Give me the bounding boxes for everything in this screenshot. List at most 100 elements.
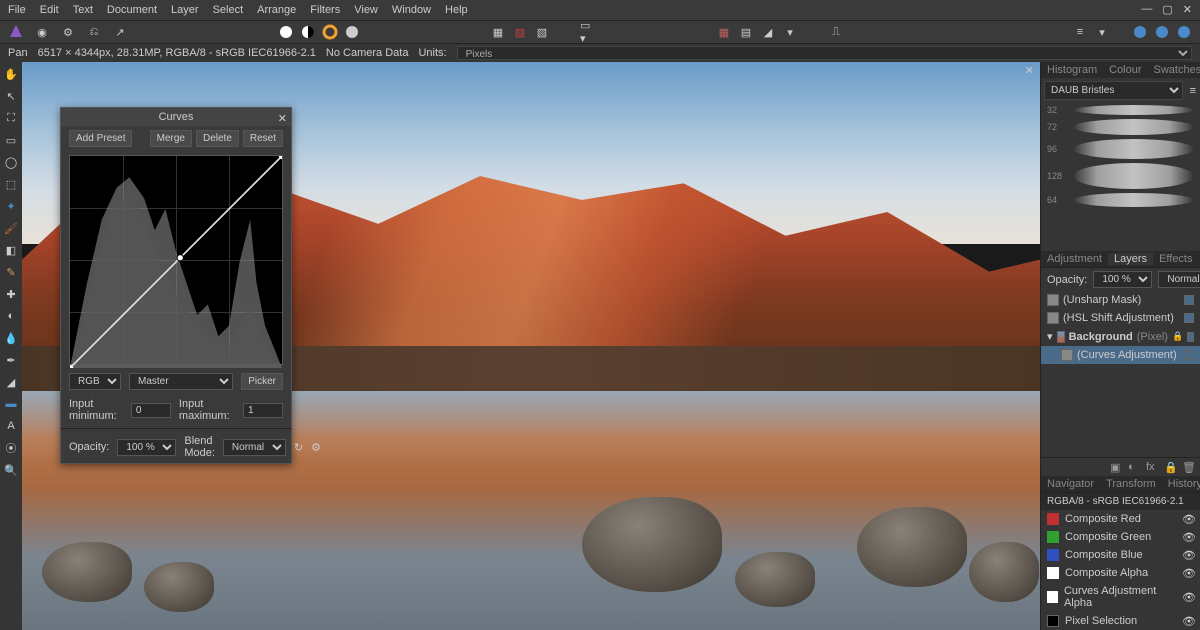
units-select[interactable]: Pixels <box>457 46 1192 60</box>
layer-item[interactable]: (Curves Adjustment) <box>1041 346 1200 364</box>
adjust-layer-icon[interactable]: ◐ <box>1128 461 1140 473</box>
menu-filters[interactable]: Filters <box>310 4 340 16</box>
align-icon[interactable]: ≡ <box>1072 24 1088 40</box>
layer-visible-checkbox[interactable] <box>1184 313 1194 323</box>
layer-blend-select[interactable]: Normal <box>1158 271 1200 288</box>
text-tool-icon[interactable]: A <box>3 418 19 434</box>
marquee-tool-icon[interactable]: ⬚ <box>3 176 19 192</box>
merge-button[interactable]: Merge <box>150 130 192 147</box>
tab-swatches[interactable]: Swatches <box>1148 64 1200 76</box>
pen-tool-icon[interactable]: ✒ <box>3 352 19 368</box>
reset-button[interactable]: Reset <box>243 130 283 147</box>
tab-effects[interactable]: Effects <box>1153 253 1198 265</box>
minimize-icon[interactable]: — <box>1141 3 1152 16</box>
eye-icon[interactable]: 👁 <box>1182 615 1194 627</box>
grid-b-icon[interactable]: ▤ <box>738 24 754 40</box>
gear-icon[interactable]: ⚙ <box>311 441 321 454</box>
menu-file[interactable]: File <box>8 4 26 16</box>
adjust-icon[interactable] <box>344 24 360 40</box>
smudge-tool-icon[interactable]: 💧 <box>3 330 19 346</box>
persona-photo-icon[interactable]: ◉ <box>34 24 50 40</box>
tab-layers[interactable]: Layers <box>1108 253 1153 265</box>
master-select[interactable]: Master <box>129 373 233 390</box>
clone-tool-icon[interactable]: ✎ <box>3 264 19 280</box>
channel-item[interactable]: Curves Adjustment Alpha👁 <box>1041 582 1200 612</box>
brush-category-select[interactable]: DAUB Bristles <box>1044 81 1183 100</box>
close-icon[interactable]: ✕ <box>1183 3 1192 16</box>
panel-menu-icon[interactable]: ≡ <box>1186 85 1200 97</box>
eye-icon[interactable]: 👁 <box>1182 513 1194 525</box>
add-preset-button[interactable]: Add Preset <box>69 130 132 147</box>
maximize-icon[interactable]: ▢ <box>1162 3 1172 16</box>
color-picker-tool-icon[interactable]: ⦿ <box>3 440 19 456</box>
grid-c-icon[interactable]: ◢ <box>760 24 776 40</box>
gradient-tool-icon[interactable]: ◢ <box>3 374 19 390</box>
selection-b-icon[interactable]: ▨ <box>512 24 528 40</box>
channel-select[interactable]: RGB <box>69 373 121 390</box>
mask-layer-icon[interactable]: ▣ <box>1110 461 1122 473</box>
collapse-icon[interactable]: ▾ <box>1047 330 1053 343</box>
channel-item[interactable]: Composite Blue👁 <box>1041 546 1200 564</box>
opacity-select[interactable]: 100 % <box>117 439 176 456</box>
selection-rect-tool-icon[interactable]: ▭ <box>3 132 19 148</box>
menu-select[interactable]: Select <box>213 4 244 16</box>
picker-button[interactable]: Picker <box>241 373 283 390</box>
tab-colour[interactable]: Colour <box>1103 64 1147 76</box>
crop-preset-icon[interactable]: ▭ ▾ <box>580 24 596 40</box>
channel-item[interactable]: Composite Red👁 <box>1041 510 1200 528</box>
view-1-icon[interactable] <box>1132 24 1148 40</box>
eye-icon[interactable]: 👁 <box>1182 531 1194 543</box>
view-3-icon[interactable] <box>1176 24 1192 40</box>
dialog-title-bar[interactable]: Curves ✕ <box>61 108 291 126</box>
brush-tool-icon[interactable]: 🖌 <box>3 220 19 236</box>
menu-layer[interactable]: Layer <box>171 4 199 16</box>
erase-tool-icon[interactable]: ◧ <box>3 242 19 258</box>
layer-item[interactable]: (Unsharp Mask) <box>1041 291 1200 309</box>
tab-histogram[interactable]: Histogram <box>1041 64 1103 76</box>
color-wheel-icon[interactable] <box>322 24 338 40</box>
zoom-tool-icon[interactable]: 🔍 <box>3 462 19 478</box>
selection-c-icon[interactable]: ▧ <box>534 24 550 40</box>
input-min-field[interactable] <box>131 403 171 418</box>
crop-tool-icon[interactable]: ⛶ <box>3 110 19 126</box>
move-tool-icon[interactable]: ↖ <box>3 88 19 104</box>
layer-visible-checkbox[interactable] <box>1184 350 1194 360</box>
eye-icon[interactable]: 👁 <box>1182 591 1194 603</box>
channel-item[interactable]: Composite Alpha👁 <box>1041 564 1200 582</box>
channel-item[interactable]: Pixel Selection👁 <box>1041 612 1200 630</box>
eye-icon[interactable]: 👁 <box>1182 549 1194 561</box>
curves-dialog[interactable]: Curves ✕ Add Preset Merge Delete Reset <box>60 107 292 464</box>
eye-icon[interactable]: 👁 <box>1182 567 1194 579</box>
layer-item[interactable]: (HSL Shift Adjustment) <box>1041 309 1200 327</box>
tab-adjustment[interactable]: Adjustment <box>1041 253 1108 265</box>
pan-tool-icon[interactable]: ✋ <box>3 66 19 82</box>
layer-visible-checkbox[interactable] <box>1184 295 1194 305</box>
dialog-close-icon[interactable]: ✕ <box>278 110 287 128</box>
input-max-field[interactable] <box>243 403 283 418</box>
shape-rect-tool-icon[interactable]: ▬ <box>3 396 19 412</box>
reset-icon[interactable]: ↻ <box>294 441 303 454</box>
view-2-icon[interactable] <box>1154 24 1170 40</box>
curves-graph[interactable] <box>69 155 283 365</box>
persona-export-icon[interactable]: ↗ <box>112 24 128 40</box>
mask-icon[interactable] <box>278 24 294 40</box>
lock-icon[interactable]: 🔒 <box>1172 331 1183 342</box>
fx-layer-icon[interactable]: fx <box>1146 461 1158 473</box>
layer-opacity-select[interactable]: 100 % <box>1093 271 1152 288</box>
selection-a-icon[interactable]: ▦ <box>490 24 506 40</box>
tab-history[interactable]: History <box>1162 478 1200 490</box>
grid-d-icon[interactable]: ▾ <box>782 24 798 40</box>
menu-help[interactable]: Help <box>445 4 468 16</box>
menu-text[interactable]: Text <box>73 4 93 16</box>
arrange-icon[interactable]: ▾ <box>1094 24 1110 40</box>
tab-transform[interactable]: Transform <box>1100 478 1162 490</box>
menu-document[interactable]: Document <box>107 4 157 16</box>
delete-button[interactable]: Delete <box>196 130 239 147</box>
canvas[interactable]: Curves ✕ Add Preset Merge Delete Reset <box>22 62 1040 630</box>
layer-visible-checkbox[interactable] <box>1187 332 1194 342</box>
delete-layer-icon[interactable]: 🗑 <box>1182 461 1194 473</box>
channel-item[interactable]: Composite Green👁 <box>1041 528 1200 546</box>
brush-list[interactable]: 32 72 96 128 64 <box>1041 103 1200 251</box>
grid-a-icon[interactable]: ▦ <box>716 24 732 40</box>
persona-liquify-icon[interactable]: ⚙ <box>60 24 76 40</box>
